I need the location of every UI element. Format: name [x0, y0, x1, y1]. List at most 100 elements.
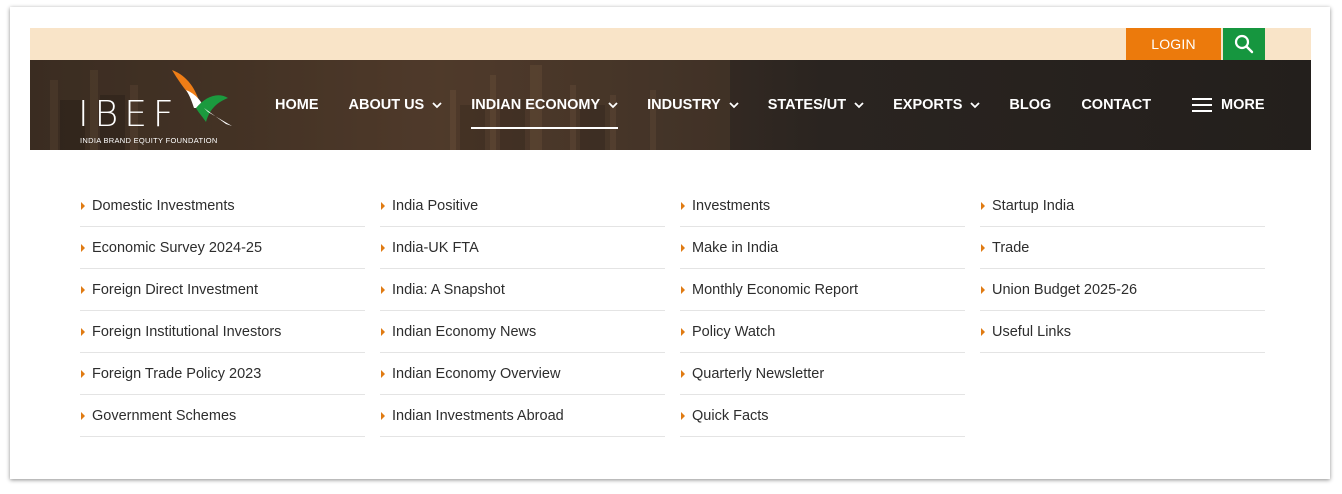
menu-link[interactable]: Indian Investments Abroad: [380, 396, 665, 437]
caret-right-icon: [381, 202, 385, 210]
indian-economy-dropdown: Domestic Investments Economic Survey 202…: [80, 186, 1280, 438]
menu-link[interactable]: Quick Facts: [680, 396, 965, 437]
menu-column-2: India Positive India-UK FTA India: A Sna…: [380, 186, 665, 438]
more-menu-button[interactable]: MORE: [1192, 60, 1265, 150]
chevron-down-icon: [854, 102, 864, 109]
caret-right-icon: [981, 202, 985, 210]
caret-right-icon: [681, 370, 685, 378]
menu-link-label: Quick Facts: [692, 408, 769, 424]
menu-link-label: Monthly Economic Report: [692, 282, 859, 298]
caret-right-icon: [681, 202, 685, 210]
menu-column-1: Domestic Investments Economic Survey 202…: [80, 186, 365, 438]
nav-states-ut-label: STATES/UT: [767, 97, 847, 113]
menu-link[interactable]: India-UK FTA: [380, 228, 665, 269]
menu-link[interactable]: Economic Survey 2024-25: [80, 228, 365, 269]
nav-exports[interactable]: EXPORTS: [893, 97, 981, 113]
caret-right-icon: [81, 412, 85, 420]
caret-right-icon: [381, 370, 385, 378]
menu-link[interactable]: Policy Watch: [680, 312, 965, 353]
menu-link-label: Indian Investments Abroad: [392, 408, 564, 424]
nav-blog-label: BLOG: [1009, 97, 1052, 113]
nav-contact-label: CONTACT: [1081, 97, 1152, 113]
search-icon: [1234, 34, 1254, 54]
caret-right-icon: [81, 370, 85, 378]
nav-industry-label: INDUSTRY: [647, 97, 721, 113]
menu-link-label: Trade: [992, 240, 1030, 256]
menu-link-label: Quarterly Newsletter: [692, 366, 825, 382]
menu-link[interactable]: Make in India: [680, 228, 965, 269]
caret-right-icon: [681, 412, 685, 420]
menu-link-label: Useful Links: [992, 324, 1071, 340]
menu-link-label: India: A Snapshot: [392, 282, 505, 298]
nav-contact[interactable]: CONTACT: [1081, 97, 1151, 113]
caret-right-icon: [81, 286, 85, 294]
caret-right-icon: [381, 412, 385, 420]
menu-link-label: Policy Watch: [692, 324, 776, 340]
caret-right-icon: [981, 286, 985, 294]
caret-right-icon: [381, 286, 385, 294]
menu-link[interactable]: Startup India: [980, 186, 1265, 227]
menu-link-label: India-UK FTA: [392, 240, 479, 256]
caret-right-icon: [681, 328, 685, 336]
caret-right-icon: [81, 202, 85, 210]
caret-right-icon: [381, 328, 385, 336]
menu-link-label: Make in India: [692, 240, 779, 256]
menu-link[interactable]: Foreign Trade Policy 2023: [80, 354, 365, 395]
login-button[interactable]: LOGIN: [1126, 28, 1221, 60]
menu-link[interactable]: Investments: [680, 186, 965, 227]
nav-industry[interactable]: INDUSTRY: [647, 97, 739, 113]
caret-right-icon: [81, 244, 85, 252]
menu-link[interactable]: Foreign Institutional Investors: [80, 312, 365, 353]
menu-link-label: Domestic Investments: [92, 198, 235, 214]
caret-right-icon: [681, 244, 685, 252]
menu-link[interactable]: Quarterly Newsletter: [680, 354, 965, 395]
logo-title: IBEF: [78, 94, 180, 135]
chevron-down-icon: [970, 102, 981, 109]
page-frame: LOGIN IBEF INDIA BRAND EQUITY FOUNDATION…: [10, 7, 1330, 479]
caret-right-icon: [981, 244, 985, 252]
caret-right-icon: [981, 328, 985, 336]
primary-nav: HOME ABOUT US INDIAN ECONOMY INDUSTRY ST…: [275, 60, 1151, 150]
menu-link[interactable]: India Positive: [380, 186, 665, 227]
menu-link-label: Foreign Institutional Investors: [92, 324, 282, 340]
chevron-down-icon: [432, 102, 442, 109]
nav-about-us-label: ABOUT US: [348, 97, 425, 113]
top-utility-bar: LOGIN: [30, 28, 1311, 60]
menu-link-label: Investments: [692, 198, 771, 214]
menu-link-label: Foreign Trade Policy 2023: [92, 366, 262, 382]
menu-link-label: Union Budget 2025-26: [992, 282, 1138, 298]
menu-link[interactable]: Indian Economy Overview: [380, 354, 665, 395]
menu-link[interactable]: Trade: [980, 228, 1265, 269]
nav-blog[interactable]: BLOG: [1009, 97, 1051, 113]
hamburger-menu-icon: [1192, 98, 1212, 112]
menu-link-label: Economic Survey 2024-25: [92, 240, 263, 256]
nav-states-ut[interactable]: STATES/UT: [768, 97, 864, 113]
menu-link[interactable]: Useful Links: [980, 312, 1265, 353]
caret-right-icon: [381, 244, 385, 252]
nav-home-label: HOME: [275, 97, 319, 113]
logo-subtitle: INDIA BRAND EQUITY FOUNDATION: [80, 136, 218, 145]
ibef-logo[interactable]: IBEF INDIA BRAND EQUITY FOUNDATION: [78, 68, 238, 148]
menu-link[interactable]: India: A Snapshot: [380, 270, 665, 311]
menu-link-label: Government Schemes: [92, 408, 237, 424]
nav-indian-economy[interactable]: INDIAN ECONOMY: [471, 97, 619, 129]
menu-link[interactable]: Foreign Direct Investment: [80, 270, 365, 311]
menu-link-label: Foreign Direct Investment: [92, 282, 259, 298]
menu-link[interactable]: Monthly Economic Report: [680, 270, 965, 311]
menu-link[interactable]: Government Schemes: [80, 396, 365, 437]
nav-home[interactable]: HOME: [275, 97, 319, 113]
caret-right-icon: [81, 328, 85, 336]
menu-link-label: Indian Economy News: [392, 324, 537, 340]
search-button[interactable]: [1223, 28, 1265, 60]
menu-link[interactable]: Union Budget 2025-26: [980, 270, 1265, 311]
more-label: MORE: [1221, 97, 1265, 113]
caret-right-icon: [681, 286, 685, 294]
nav-exports-label: EXPORTS: [893, 97, 963, 113]
main-navbar: IBEF INDIA BRAND EQUITY FOUNDATION HOME …: [30, 60, 1311, 150]
nav-about-us[interactable]: ABOUT US: [349, 97, 443, 113]
menu-link[interactable]: Domestic Investments: [80, 186, 365, 227]
menu-link[interactable]: Indian Economy News: [380, 312, 665, 353]
chevron-down-icon: [729, 102, 739, 109]
menu-column-4: Startup India Trade Union Budget 2025-26…: [980, 186, 1265, 438]
nav-indian-economy-label: INDIAN ECONOMY: [471, 97, 601, 113]
